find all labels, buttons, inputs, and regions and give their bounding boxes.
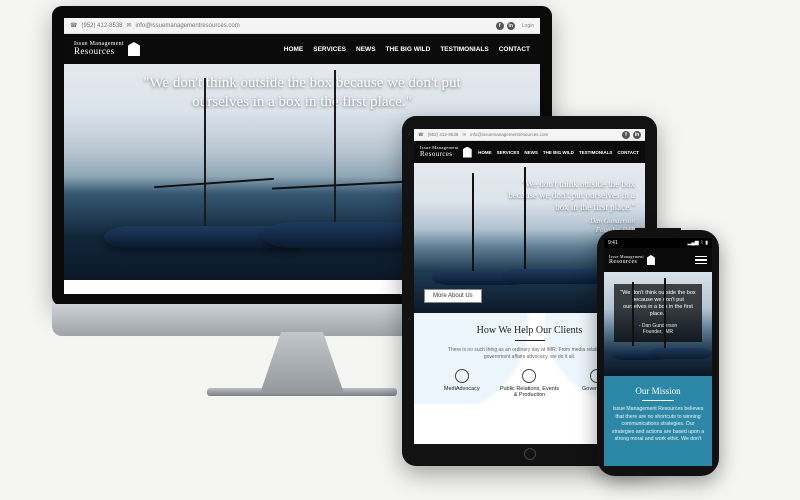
sailboat-boom — [272, 180, 412, 189]
help-column[interactable]: Public Relations, Events & Production — [498, 369, 561, 398]
mobile-navbar: Issue Management Resources — [604, 248, 712, 272]
nav-testimonials[interactable]: TESTIMONIALS — [579, 150, 613, 155]
sailboat-mast — [204, 78, 206, 228]
sailboat-mast — [632, 282, 634, 346]
hero-quote: "We don't think outside the box because … — [495, 179, 635, 213]
phone-icon: ☎ — [70, 22, 77, 29]
signal-icon: ▂▄▆ — [688, 240, 699, 246]
hero-quote-block: "We don't think outside the box because … — [495, 179, 635, 234]
sailboat-boom — [154, 178, 274, 188]
nav-the-big-wild[interactable]: THE BIG WILD — [543, 150, 574, 155]
phone-website-screen: 9:41 ▂▄▆ ⌇ ▮ Issue Management Resources … — [604, 238, 712, 466]
utility-email[interactable]: info@issuemanagementresources.com — [470, 132, 548, 137]
column-title: MediAdvocacy — [430, 386, 493, 392]
sailboat-mast — [664, 278, 666, 348]
mail-icon: ✉ — [127, 22, 132, 29]
site-logo[interactable]: Issue Management Resources — [74, 41, 140, 57]
lighthouse-icon — [463, 147, 472, 158]
sailboat-mast — [334, 70, 336, 230]
login-link[interactable]: Login — [522, 23, 534, 29]
nav-contact[interactable]: CONTACT — [499, 46, 530, 53]
utility-bar: ☎ (952) 412-8538 ✉ info@issuemanagementr… — [414, 129, 645, 141]
hamburger-menu-icon[interactable] — [695, 254, 707, 267]
nav-home[interactable]: HOME — [284, 46, 304, 53]
utility-bar: ☎ (952) 412-8538 ✉ info@issuemanagementr… — [64, 18, 540, 34]
phone-notch — [635, 228, 681, 238]
sailboat-hull — [502, 269, 610, 284]
phone-status-bar: 9:41 ▂▄▆ ⌇ ▮ — [604, 238, 712, 248]
facebook-icon[interactable]: f — [622, 131, 630, 139]
facebook-icon[interactable]: f — [496, 22, 504, 30]
site-logo[interactable]: Issue Management Resources — [609, 255, 655, 265]
logo-line2: Resources — [420, 151, 459, 158]
nav-services[interactable]: SERVICES — [313, 46, 346, 53]
site-logo[interactable]: Issue Management Resources — [420, 146, 472, 158]
public-relations-icon — [522, 369, 536, 383]
nav-links: HOME SERVICES NEWS THE BIG WILD TESTIMON… — [478, 150, 639, 155]
utility-email[interactable]: info@issuemanagementresources.com — [136, 23, 240, 29]
nav-links: HOME SERVICES NEWS THE BIG WILD TESTIMON… — [284, 46, 530, 53]
logo-line2: Resources — [74, 47, 124, 56]
help-column[interactable]: MediAdvocacy — [430, 369, 493, 398]
nav-home[interactable]: HOME — [478, 150, 492, 155]
sailboat-hull — [648, 348, 712, 359]
attribution-name: - Dan Gunderson — [586, 217, 635, 225]
mission-section: Our Mission Issue Management Resources b… — [604, 376, 712, 466]
nav-testimonials[interactable]: TESTIMONIALS — [440, 46, 488, 53]
linkedin-icon[interactable]: in — [633, 131, 641, 139]
mission-body: Issue Management Resources believes that… — [611, 406, 705, 444]
main-navbar: Issue Management Resources HOME SERVICES… — [414, 141, 645, 163]
linkedin-icon[interactable]: in — [507, 22, 515, 30]
mission-title: Our Mission — [611, 386, 705, 401]
attribution-role: Founder, IMR — [643, 329, 673, 335]
nav-news[interactable]: NEWS — [524, 150, 538, 155]
hero-quote: "We don't think outside the box because … — [64, 74, 540, 112]
nav-the-big-wild[interactable]: THE BIG WILD — [386, 46, 431, 53]
lighthouse-icon — [647, 255, 655, 265]
attribution-name: - Dan Gunderson — [639, 323, 677, 329]
sailboat-mast — [472, 173, 474, 271]
wifi-icon: ⌇ — [701, 240, 703, 246]
lighthouse-icon — [128, 42, 140, 56]
battery-icon: ▮ — [705, 240, 708, 246]
nav-news[interactable]: NEWS — [356, 46, 376, 53]
column-title: Public Relations, Events & Production — [498, 386, 561, 398]
nav-contact[interactable]: CONTACT — [617, 150, 639, 155]
utility-phone[interactable]: (952) 412-8538 — [81, 23, 122, 29]
mail-icon: ✉ — [462, 132, 466, 138]
phone-icon: ☎ — [418, 132, 424, 138]
main-navbar: Issue Management Resources HOME SERVICES… — [64, 34, 540, 64]
hero-section: "We don't think outside the box because … — [604, 272, 712, 376]
hero-quote-box: "We don't think outside the box because … — [614, 284, 702, 342]
logo-line2: Resources — [609, 259, 644, 265]
nav-services[interactable]: SERVICES — [497, 150, 520, 155]
utility-phone[interactable]: (952) 412-8538 — [428, 132, 459, 137]
more-about-us-button[interactable]: More About Us — [424, 289, 482, 303]
mediadvocacy-icon — [455, 369, 469, 383]
tablet-home-button[interactable] — [524, 448, 536, 460]
phone-time: 9:41 — [608, 240, 618, 246]
sailboat-mast — [524, 167, 526, 273]
phone-device: 9:41 ▂▄▆ ⌇ ▮ Issue Management Resources … — [597, 230, 719, 476]
